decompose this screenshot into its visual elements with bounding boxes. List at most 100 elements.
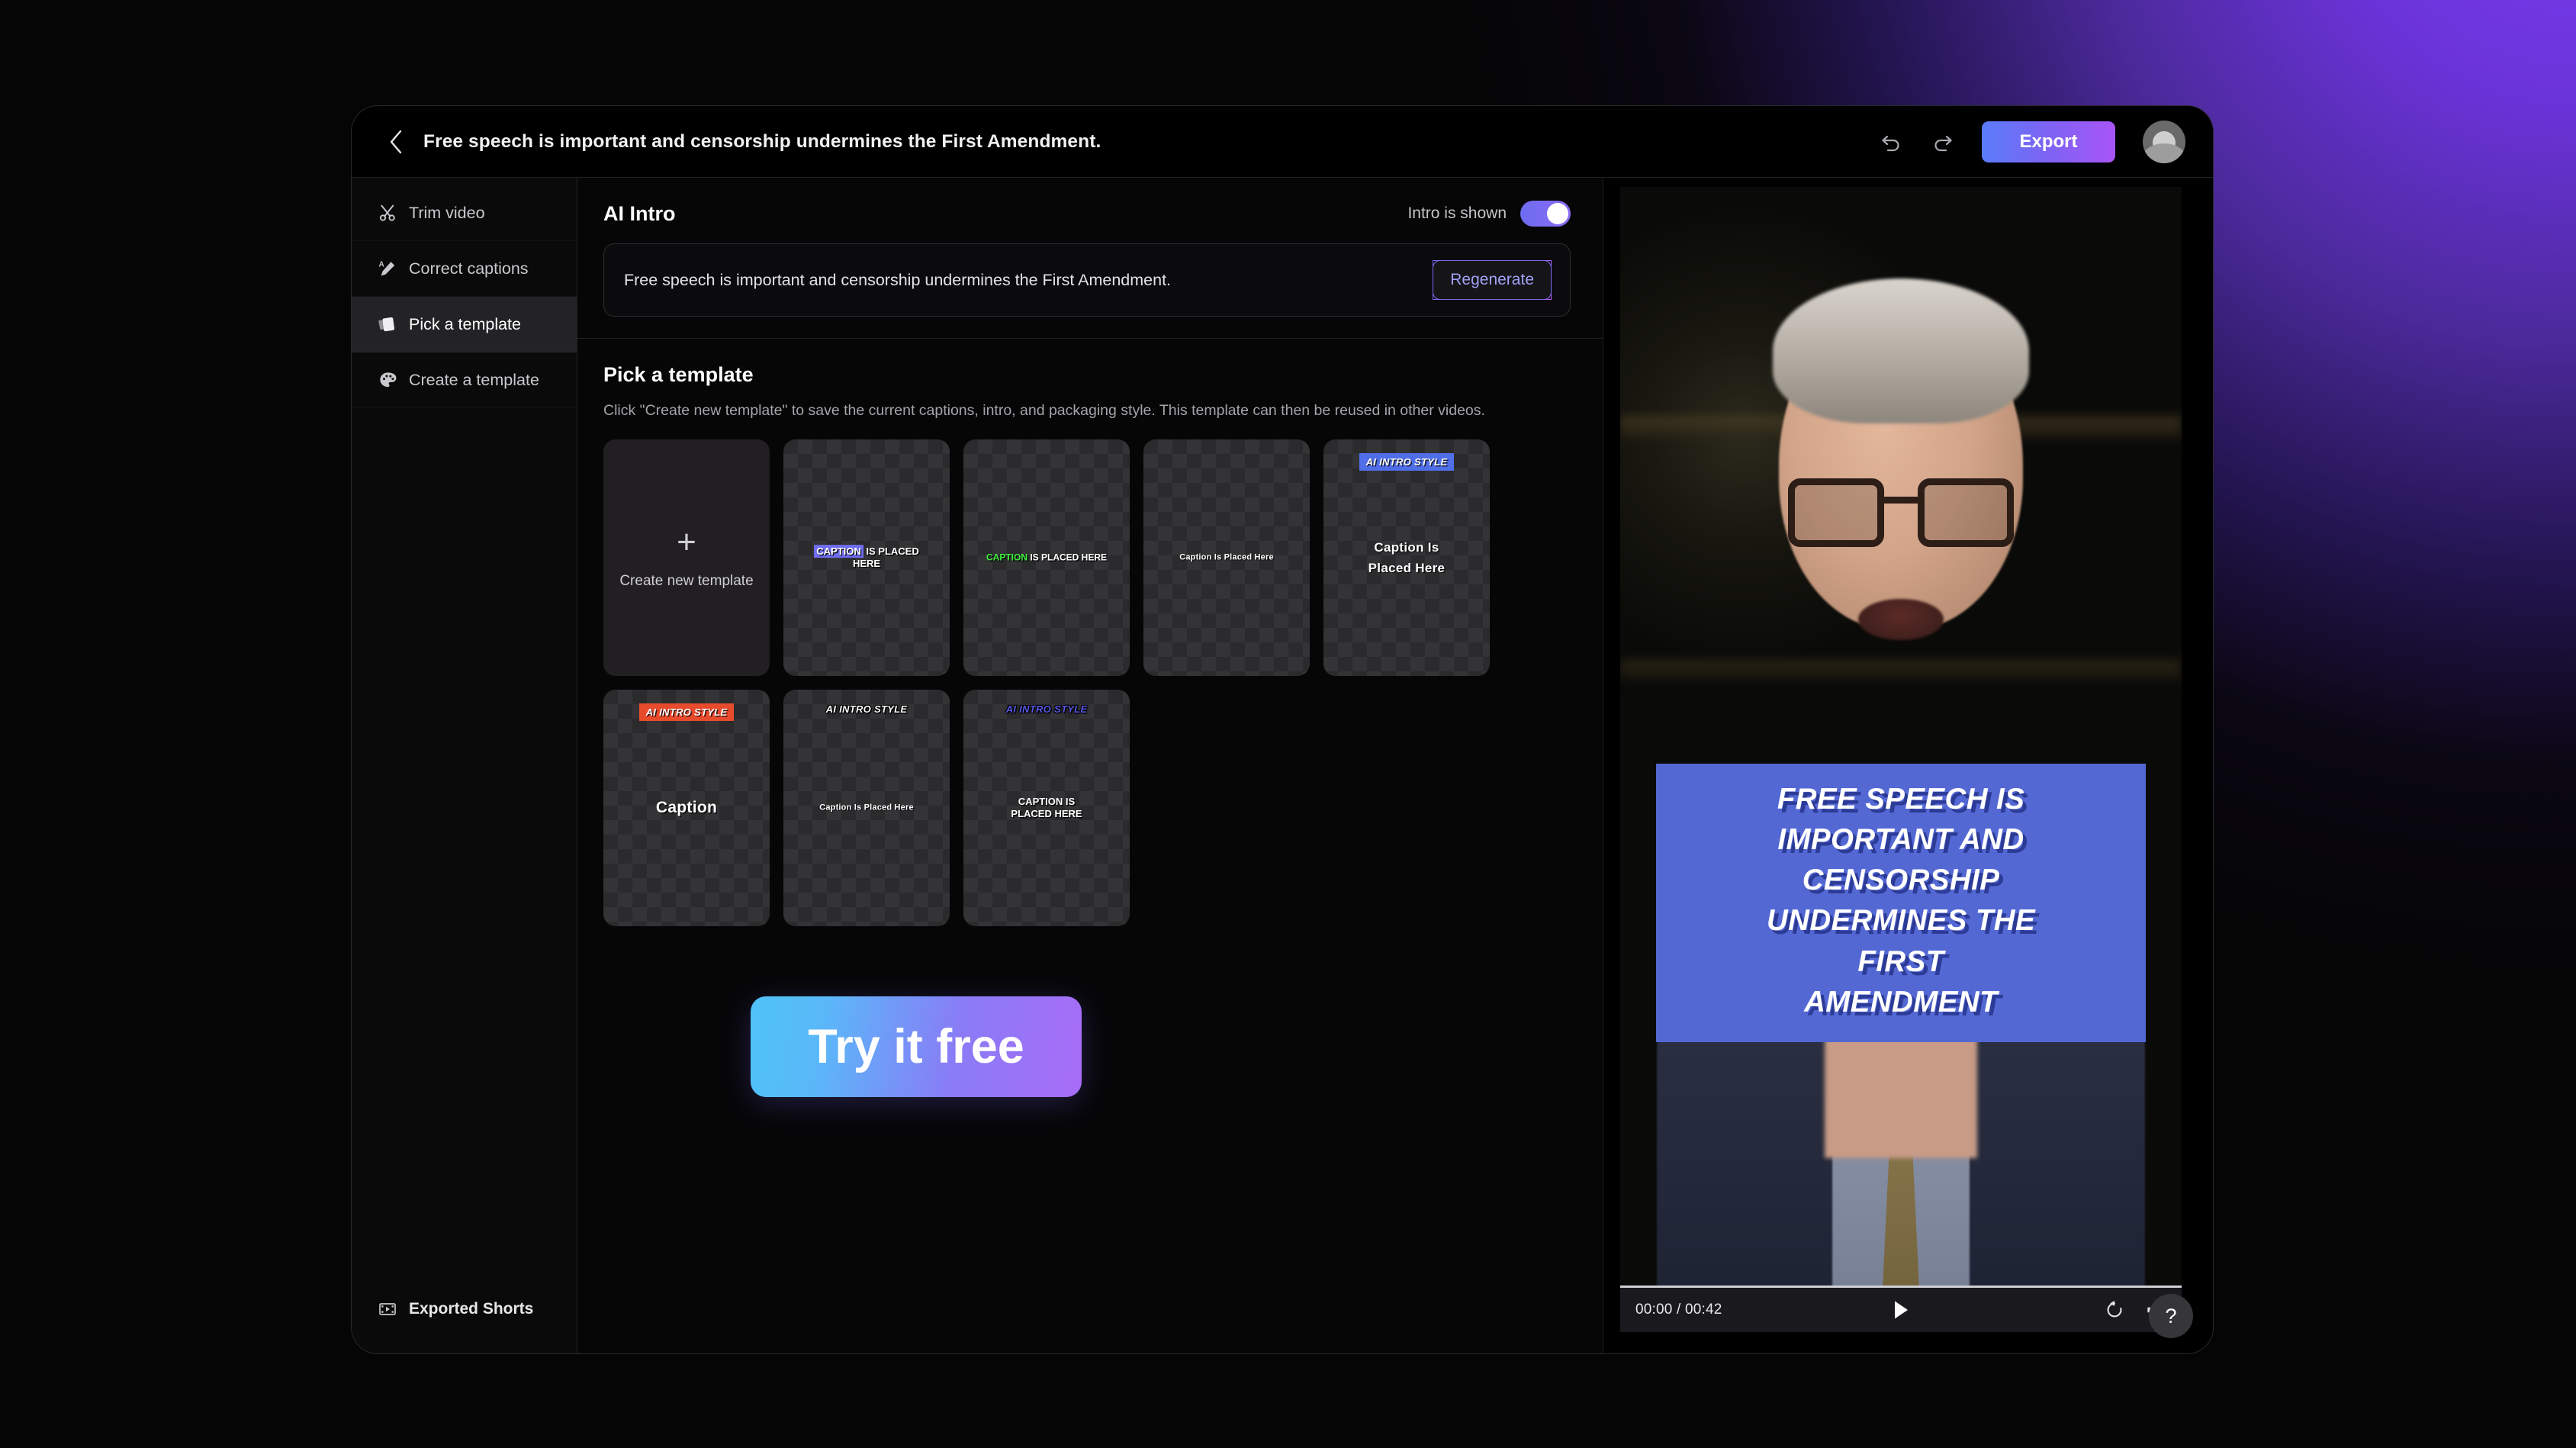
templates-title: Pick a template (603, 363, 754, 386)
template-caption-line: CAPTION IS PLACED HERE (986, 552, 1107, 563)
template-card[interactable]: AI INTRO STYLE CAPTION IS PLACED HERE (963, 690, 1130, 926)
template-caption-highlight: CAPTION (814, 545, 863, 558)
text-edit-pen-icon: A (378, 259, 397, 278)
avatar[interactable] (2143, 120, 2185, 163)
try-it-free-button[interactable]: Try it free (751, 996, 1082, 1097)
template-caption-zone: Caption Is Placed Here (790, 803, 944, 812)
replay-icon (2107, 1300, 2122, 1318)
template-preview: AI INTRO STYLE Caption (603, 690, 770, 926)
video-player-bar: 00:00 / 00:42 (1620, 1288, 2182, 1332)
video-caption-line: UNDERMINES THE (1766, 904, 2036, 938)
template-card[interactable]: CAPTION IS PLACED HERE (963, 439, 1130, 676)
redo-icon (1934, 135, 1952, 151)
template-preview: CAPTION IS PLACED HERE (963, 439, 1130, 676)
main-panel: AI Intro Intro is shown Free speech is i… (577, 178, 1603, 1353)
template-caption-line: PLACED HERE (1011, 808, 1082, 819)
template-caption-line: HERE (852, 558, 881, 569)
template-caption-line: Caption Is (1374, 539, 1439, 555)
glasses-bridge (1883, 497, 1918, 504)
film-strip-icon (378, 1299, 397, 1319)
video-caption-line: FREE SPEECH IS (1777, 783, 2025, 816)
create-new-template-card[interactable]: + Create new template (603, 439, 770, 676)
redo-button[interactable] (1925, 125, 1959, 159)
video-stage[interactable]: FREE SPEECH IS IMPORTANT AND CENSORSHIP UND… (1620, 187, 2182, 1311)
template-card[interactable]: CAPTION IS PLACED HERE (783, 439, 950, 676)
templates-section: Pick a template Click "Create new templa… (577, 339, 1603, 926)
back-button[interactable] (381, 127, 411, 157)
regenerate-button[interactable]: Regenerate (1433, 260, 1552, 300)
glasses-right-lens (1918, 478, 2014, 547)
intro-visibility-toggle[interactable] (1520, 201, 1571, 227)
sidebar-item-trim-video[interactable]: Trim video (352, 185, 577, 241)
template-caption-zone: Caption Is Placed Here (1330, 537, 1484, 578)
template-caption-zone: CAPTION IS PLACED HERE (790, 545, 944, 570)
template-card[interactable]: AI INTRO STYLE Caption Is Placed Here (783, 690, 950, 926)
video-caption-line: CENSORSHIP (1802, 864, 2000, 897)
help-button[interactable]: ? (2149, 1294, 2193, 1338)
ai-intro-title: AI Intro (603, 201, 676, 225)
app-window: Free speech is important and censorship … (352, 106, 2213, 1353)
template-caption-line: Caption Is Placed Here (819, 803, 914, 812)
template-intro-badge: AI INTRO STYLE (1359, 453, 1455, 471)
video-preview-panel: FREE SPEECH IS IMPORTANT AND CENSORSHIP UND… (1603, 178, 2213, 1353)
template-caption-line: CAPTION IS (1018, 796, 1076, 808)
create-new-template-label: Create new template (619, 573, 754, 589)
sidebar-item-exported-shorts[interactable]: Exported Shorts (352, 1281, 577, 1337)
template-preview: AI INTRO STYLE Caption Is Placed Here (1323, 439, 1490, 676)
template-card[interactable]: AI INTRO STYLE Caption (603, 690, 770, 926)
sidebar-item-label: Create a template (409, 370, 539, 389)
template-card[interactable]: AI INTRO STYLE Caption Is Placed Here (1323, 439, 1490, 676)
cards-stack-icon (378, 314, 397, 334)
template-caption-zone: Caption Is Placed Here (1150, 552, 1304, 562)
replay-button[interactable] (2102, 1298, 2127, 1322)
template-intro-badge: AI INTRO STYLE (1005, 703, 1088, 715)
sidebar-item-label: Pick a template (409, 314, 521, 333)
template-caption-line: Placed Here (1368, 561, 1446, 575)
avatar-body (2143, 143, 2185, 163)
template-preview: AI INTRO STYLE CAPTION IS PLACED HERE (963, 690, 1130, 926)
template-intro-badge: AI INTRO STYLE (638, 703, 735, 721)
template-caption-zone: CAPTION IS PLACED HERE (970, 796, 1124, 820)
svg-text:A: A (379, 261, 384, 269)
undo-icon (1882, 135, 1899, 151)
ai-intro-header: AI Intro Intro is shown (603, 201, 1571, 227)
sidebar-item-pick-a-template[interactable]: Pick a template (352, 297, 577, 352)
template-intro-badge: AI INTRO STYLE (825, 703, 908, 715)
intro-toggle-group: Intro is shown (1407, 201, 1571, 227)
sidebar-item-label: Exported Shorts (409, 1299, 534, 1318)
palette-icon (378, 370, 397, 390)
sidebar-item-correct-captions[interactable]: A Correct captions (352, 241, 577, 297)
intro-text[interactable]: Free speech is important and censorship … (624, 271, 1433, 290)
play-icon (1895, 1301, 1908, 1319)
template-caption-zone: CAPTION IS PLACED HERE (970, 552, 1124, 564)
undo-button[interactable] (1875, 125, 1909, 159)
video-caption-overlay: FREE SPEECH IS IMPORTANT AND CENSORSHIP UND… (1656, 764, 2146, 1042)
top-bar-actions: Export (1875, 120, 2185, 163)
intro-text-box: Free speech is important and censorship … (603, 243, 1571, 317)
video-subject-mouth (1858, 599, 1944, 640)
template-preview: AI INTRO STYLE Caption Is Placed Here (783, 690, 950, 926)
export-button[interactable]: Export (1982, 121, 2115, 162)
chevron-left-icon (390, 130, 402, 153)
template-grid: + Create new template CAPTION IS PLACED H… (603, 439, 1571, 926)
template-caption-highlight: CAPTION (986, 552, 1028, 563)
sidebar-item-create-a-template[interactable]: Create a template (352, 352, 577, 408)
page-title: Free speech is important and censorship … (423, 130, 1101, 152)
video-subject-glasses (1786, 478, 2015, 549)
video-caption-line: FIRST (1857, 944, 1944, 978)
app-body: Trim video A Correct captions Pick a tem… (352, 178, 2213, 1353)
scissors-icon (378, 203, 397, 223)
video-background-shelf-lower (1620, 660, 2182, 680)
template-preview: Caption Is Placed Here (1143, 439, 1310, 676)
video-subject-hair (1773, 278, 2029, 423)
video-caption-line: AMENDMENT (1804, 985, 1998, 1018)
video-time-display: 00:00 / 00:42 (1635, 1302, 1722, 1318)
sidebar-item-label: Correct captions (409, 259, 529, 278)
play-button[interactable] (1887, 1296, 1915, 1324)
template-card[interactable]: Caption Is Placed Here (1143, 439, 1310, 676)
sidebar-item-label: Trim video (409, 203, 485, 222)
template-caption-zone: Caption (609, 795, 764, 821)
intro-toggle-label: Intro is shown (1407, 204, 1507, 222)
glasses-left-lens (1788, 478, 1884, 547)
sidebar: Trim video A Correct captions Pick a tem… (352, 178, 577, 1353)
